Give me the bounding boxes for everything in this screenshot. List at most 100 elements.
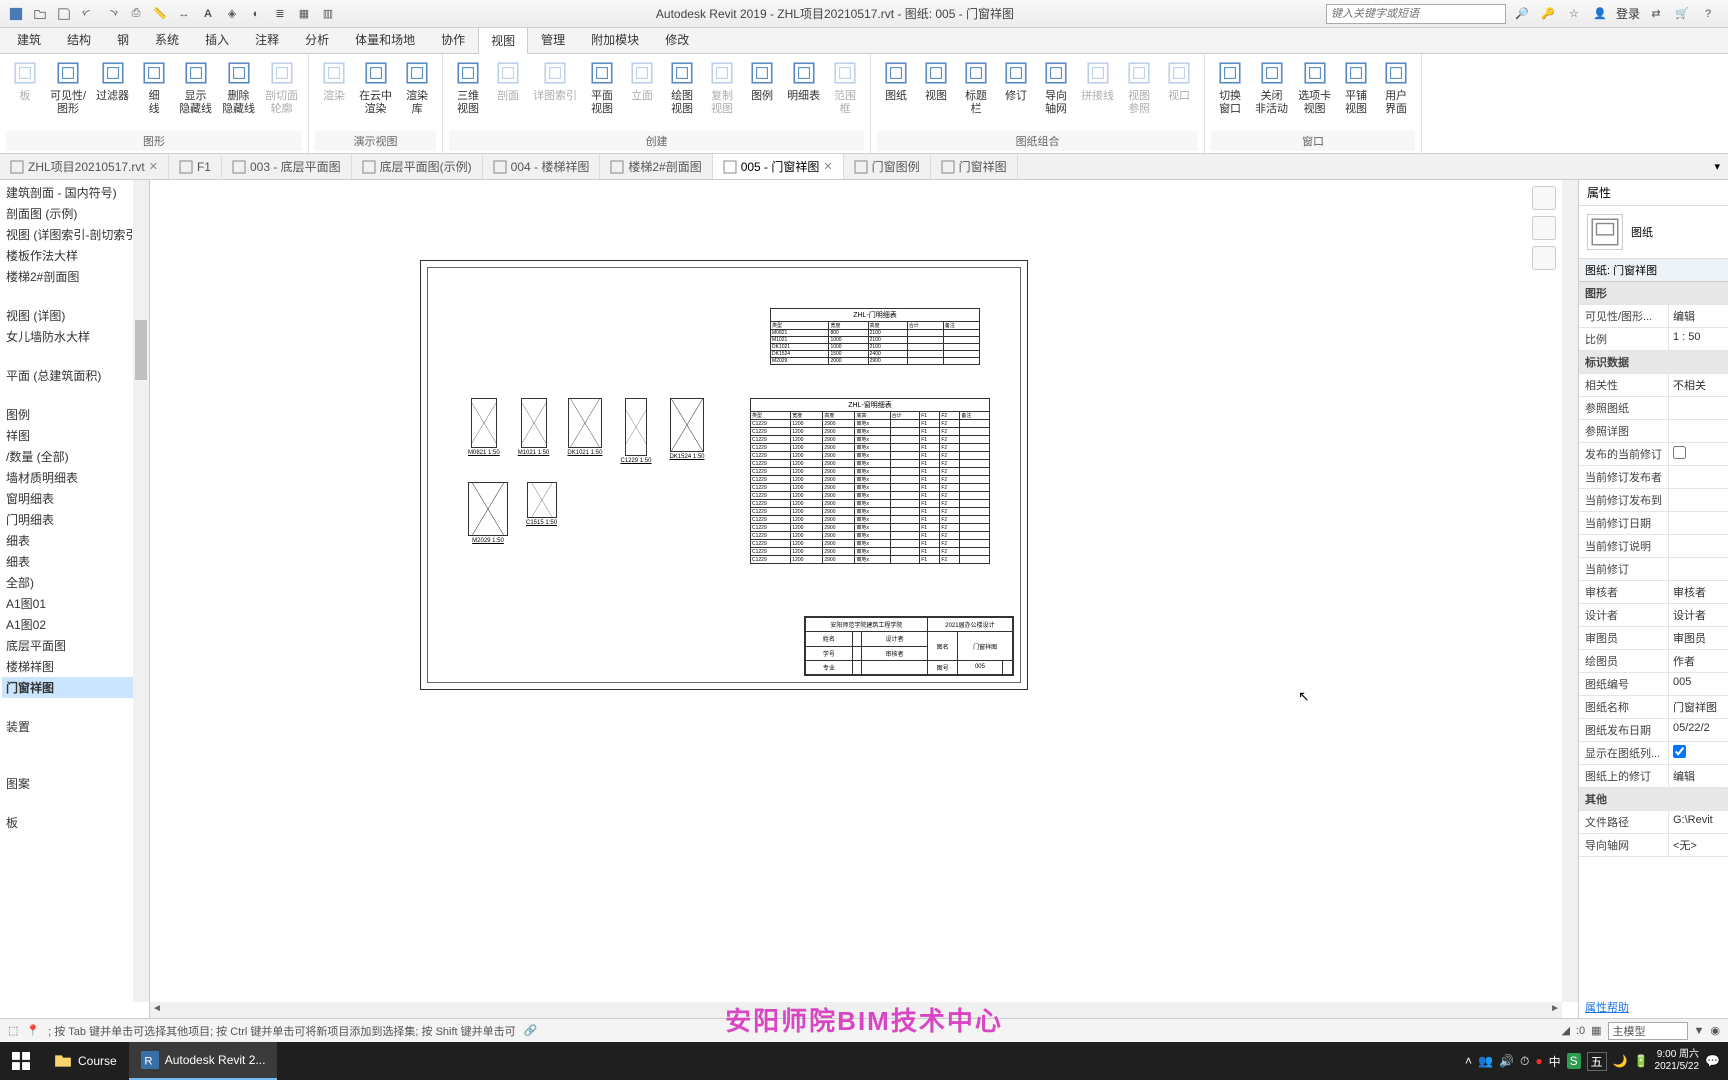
ribbon-tab-8[interactable]: 协作 [428,26,478,53]
browser-item[interactable]: A1图02 [2,614,147,635]
browser-item[interactable]: 窗明细表 [2,488,147,509]
ribbon-btn-3-4[interactable]: 导向 轴网 [1037,56,1075,118]
ribbon-tab-6[interactable]: 分析 [292,26,342,53]
ribbon-tab-4[interactable]: 插入 [192,26,242,53]
prop-value[interactable]: 1 : 50 [1669,328,1728,350]
3d-icon[interactable]: ◈ [222,4,242,24]
tray-up-icon[interactable]: ˄ [1465,1054,1472,1068]
ribbon-tab-0[interactable]: 建筑 [4,26,54,53]
nav-home-icon[interactable] [1532,186,1556,210]
browser-item[interactable]: 楼梯2#剖面图 [2,266,147,287]
prop-value[interactable] [1669,420,1728,442]
prop-value[interactable] [1669,397,1728,419]
tray-battery-icon[interactable]: 🔋 [1634,1054,1649,1068]
model-icon[interactable]: ▦ [1591,1024,1601,1037]
prop-row[interactable]: 设计者设计者 [1579,604,1728,627]
browser-item[interactable]: A1图01 [2,593,147,614]
ribbon-tab-5[interactable]: 注释 [242,26,292,53]
nav-pan-icon[interactable] [1532,246,1556,270]
text-icon[interactable]: A [198,4,218,24]
browser-item[interactable]: 装置 [2,716,147,737]
tray-ime-lang[interactable]: 中 [1549,1053,1561,1070]
tray-ime-mode[interactable]: 五 [1587,1052,1607,1071]
ribbon-btn-4-4[interactable]: 用户 界面 [1377,56,1415,118]
tray-people-icon[interactable]: 👥 [1478,1054,1493,1068]
notifications-icon[interactable]: 💬 [1705,1054,1720,1068]
ribbon-btn-0-2[interactable]: 过滤器 [92,56,133,105]
ribbon-btn-2-5[interactable]: 绘图 视图 [663,56,701,118]
ribbon-btn-0-1[interactable]: 可见性/ 图形 [46,56,90,118]
ribbon-btn-3-2[interactable]: 标题 栏 [957,56,995,118]
prop-value[interactable]: 设计者 [1669,604,1728,626]
redo-icon[interactable] [102,4,122,24]
ribbon-tab-9[interactable]: 视图 [478,27,528,54]
prop-value[interactable]: 05/22/2 [1669,719,1728,741]
prop-value[interactable]: 不相关 [1669,374,1728,396]
switch-windows-icon[interactable]: ▥ [318,4,338,24]
nav-zoom-icon[interactable] [1532,216,1556,240]
doctabs-overflow[interactable]: ▾ [1706,160,1728,173]
browser-item[interactable] [2,794,147,812]
browser-list[interactable]: 建筑剖面 - 国内符号)剖面图 (示例)视图 (详图索引-剖切索引楼板作法大样楼… [0,180,149,835]
browser-item[interactable]: 女儿墙防水大样 [2,326,147,347]
scrollbar-thumb[interactable] [135,320,147,380]
model-selector[interactable]: 主模型 [1608,1022,1688,1040]
browser-item[interactable] [2,755,147,773]
prop-row[interactable]: 相关性不相关 [1579,374,1728,397]
browser-item[interactable]: 墙材质明细表 [2,467,147,488]
help-icon[interactable]: ? [1698,4,1718,24]
ribbon-btn-1-1[interactable]: 在云中 渲染 [355,56,396,118]
prop-value[interactable]: 审核者 [1669,581,1728,603]
tray-perf-icon[interactable]: ⏱ [1520,1054,1529,1069]
browser-item[interactable]: 祥图 [2,425,147,446]
doc-tab-7[interactable]: 门窗图例 [844,154,931,179]
system-clock[interactable]: 9:00 周六 2021/5/22 [1655,1049,1700,1073]
browser-item[interactable]: 细表 [2,551,147,572]
search-input[interactable] [1326,4,1506,24]
browser-item[interactable]: 楼板作法大样 [2,245,147,266]
task-revit[interactable]: R Autodesk Revit 2... [129,1042,278,1080]
ribbon-btn-0-5[interactable]: 删除 隐藏线 [218,56,259,118]
browser-item[interactable]: 视图 (详图索引-剖切索引 [2,224,147,245]
prop-row[interactable]: 当前修订发布者 [1579,466,1728,489]
browser-item[interactable]: 楼梯祥图 [2,656,147,677]
prop-row[interactable]: 可见性/图形...编辑 [1579,305,1728,328]
ribbon-btn-4-3[interactable]: 平铺 视图 [1337,56,1375,118]
ribbon-btn-0-3[interactable]: 细 线 [135,56,173,118]
ribbon-tab-7[interactable]: 体量和场地 [342,26,428,53]
ribbon-btn-2-8[interactable]: 明细表 [783,56,824,105]
ribbon-btn-3-1[interactable]: 视图 [917,56,955,105]
prop-row[interactable]: 显示在图纸列... [1579,742,1728,765]
open-icon[interactable] [30,4,50,24]
prop-row[interactable]: 文件路径G:\Revit [1579,811,1728,834]
ribbon-btn-3-0[interactable]: 图纸 [877,56,915,105]
prop-value[interactable] [1669,742,1728,764]
browser-item[interactable]: 建筑剖面 - 国内符号) [2,182,147,203]
browser-item[interactable]: 剖面图 (示例) [2,203,147,224]
ribbon-tab-1[interactable]: 结构 [54,26,104,53]
task-course[interactable]: Course [42,1042,129,1080]
browser-item[interactable]: 视图 (详图) [2,305,147,326]
prop-value[interactable] [1669,535,1728,557]
tray-volume-icon[interactable]: 🔊 [1499,1054,1514,1068]
close-icon[interactable]: ✕ [823,160,832,173]
ribbon-tab-3[interactable]: 系统 [142,26,192,53]
browser-item[interactable] [2,386,147,404]
browser-item[interactable] [2,698,147,716]
revit-app-icon[interactable] [6,4,26,24]
cart-icon[interactable]: 🛒 [1672,4,1692,24]
doc-tab-3[interactable]: 底层平面图(示例) [352,154,483,179]
properties-help[interactable]: 属性帮助 [1579,996,1728,1018]
browser-item[interactable]: 图案 [2,773,147,794]
prop-value[interactable] [1669,489,1728,511]
doc-tab-8[interactable]: 门窗祥图 [931,154,1018,179]
tray-ime-icon[interactable]: S [1567,1053,1581,1069]
prop-value[interactable]: 编辑 [1669,765,1728,787]
prop-row[interactable]: 图纸名称门窗祥图 [1579,696,1728,719]
star-icon[interactable]: ☆ [1564,4,1584,24]
doc-tab-0[interactable]: ZHL项目20210517.rvt✕ [0,154,169,179]
key-icon[interactable]: 🔑 [1538,4,1558,24]
prop-row[interactable]: 参照图纸 [1579,397,1728,420]
browser-item[interactable]: 底层平面图 [2,635,147,656]
browser-item[interactable] [2,347,147,365]
